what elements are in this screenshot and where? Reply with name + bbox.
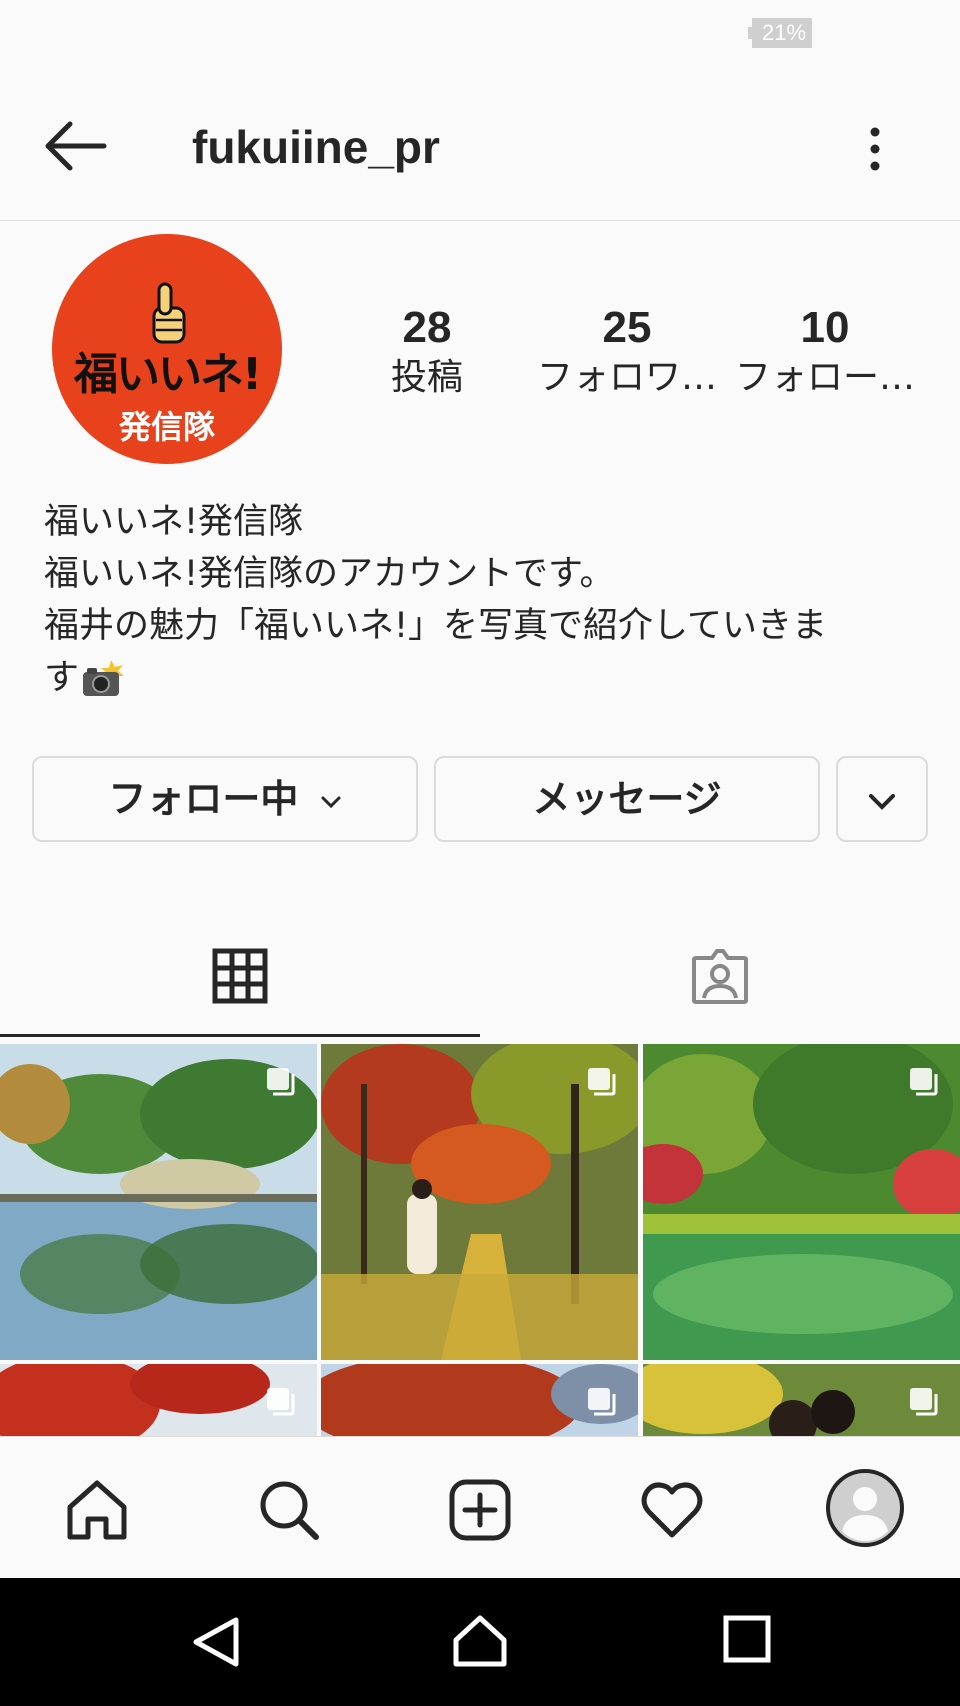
profile-username: fukuiine_pr (192, 121, 440, 173)
bio-line-1: 福いいネ!発信隊のアカウントです。 (44, 554, 615, 594)
bio-line-2: 福井の魅力「福いいネ!」を写真で紹介していきま (44, 606, 827, 646)
post-tile[interactable] (321, 1044, 638, 1360)
android-nav-bar (0, 1578, 960, 1706)
back-arrow-icon[interactable] (40, 116, 110, 176)
post-tile[interactable] (321, 1364, 638, 1436)
grid-icon[interactable] (212, 948, 268, 1004)
battery-indicator: 21% (747, 18, 813, 48)
stat-posts[interactable]: 28 投稿 (332, 302, 522, 402)
posts-label: 投稿 (390, 357, 463, 398)
posts-count: 28 (402, 303, 452, 352)
bio-line-3: す (44, 658, 80, 698)
status-bar: 21% (0, 0, 960, 68)
message-button-label: メッセージ (532, 777, 722, 821)
post-tile[interactable] (643, 1364, 960, 1436)
more-options-icon[interactable] (860, 124, 890, 174)
activity-heart-icon[interactable] (637, 1475, 707, 1545)
suggested-accounts-button[interactable] (836, 756, 928, 842)
chevron-down-icon (321, 796, 341, 808)
following-count: 10 (800, 303, 850, 352)
followers-count: 25 (602, 303, 652, 352)
avatar-sub-text: 発信隊 (118, 408, 215, 446)
following-label: フォロー… (734, 357, 915, 398)
tagged-photos-icon[interactable] (690, 946, 750, 1006)
post-tile[interactable] (643, 1044, 960, 1360)
home-icon[interactable] (62, 1475, 132, 1545)
camera-flash-icon (83, 660, 125, 696)
post-tile[interactable] (0, 1044, 317, 1360)
profile-avatar[interactable]: 福いいネ! 発信隊 (52, 234, 282, 464)
multiple-photos-icon (267, 1068, 295, 1096)
following-button-label: フォロー中 (108, 777, 299, 821)
bottom-navigation (0, 1436, 960, 1579)
post-tile[interactable] (0, 1364, 317, 1436)
bio-name: 福いいネ!発信隊 (44, 502, 304, 542)
avatar-logo-text: 福いいネ! (73, 349, 262, 400)
recent-apps-icon[interactable] (720, 1612, 776, 1668)
multiple-photos-icon (910, 1388, 938, 1416)
multiple-photos-icon (588, 1068, 616, 1096)
multiple-photos-icon (910, 1068, 938, 1096)
message-button[interactable]: メッセージ (434, 756, 820, 842)
thumbs-up-icon (152, 282, 186, 344)
profile-bio: 福いいネ!発信隊 福いいネ!発信隊のアカウントです。 福井の魅力「福いいネ!」を… (44, 496, 924, 704)
profile-tabs (0, 930, 960, 1040)
stat-following[interactable]: 10 フォロー… (730, 302, 920, 402)
active-tab-indicator (0, 1034, 480, 1037)
home-outline-icon[interactable] (450, 1610, 510, 1670)
profile-header: fukuiine_pr (0, 88, 960, 221)
profile-avatar-icon[interactable] (824, 1467, 906, 1549)
bio-line-3-row: す (44, 652, 924, 704)
posts-grid (0, 1044, 960, 1436)
followers-label: フォロワ… (536, 357, 717, 398)
new-post-icon[interactable] (445, 1475, 515, 1545)
back-triangle-icon[interactable] (186, 1612, 246, 1672)
multiple-photos-icon (588, 1388, 616, 1416)
following-button[interactable]: フォロー中 (32, 756, 418, 842)
search-icon[interactable] (254, 1475, 324, 1545)
chevron-down-icon (869, 793, 895, 810)
stat-followers[interactable]: 25 フォロワ… (532, 302, 722, 402)
multiple-photos-icon (267, 1388, 295, 1416)
